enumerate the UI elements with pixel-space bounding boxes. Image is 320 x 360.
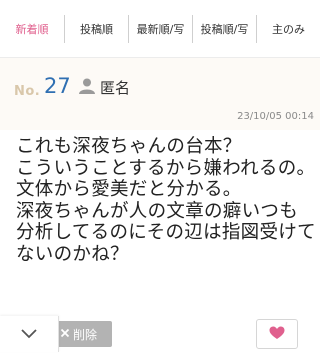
like-button[interactable] [256, 319, 298, 349]
tab-post-order[interactable]: 投稿順 [64, 14, 128, 43]
sort-tabs: 新着順 投稿順 最新順/写 投稿順/写 主のみ [0, 0, 320, 58]
chevron-down-icon [20, 325, 38, 344]
post-header: No. 27 匿名 23/10/05 00:14 [0, 58, 320, 130]
tab-latest-photo[interactable]: 最新順/写 [128, 14, 192, 43]
tab-newest[interactable]: 新着順 [0, 15, 64, 43]
post-timestamp: 23/10/05 00:14 [237, 111, 314, 122]
post-body: これも深夜ちゃんの台本？ こういうことするから嫌われるの。文体から愛美だと分かる… [16, 136, 316, 265]
close-icon [60, 327, 70, 341]
delete-label: 削除 [73, 327, 98, 342]
post-number: 27 [44, 74, 71, 98]
tab-post-order-photo[interactable]: 投稿順/写 [192, 14, 256, 43]
post-page: 新着順 投稿順 最新順/写 投稿順/写 主のみ No. 27 匿名 23/10/… [0, 0, 320, 360]
tab-owner-only[interactable]: 主のみ [256, 14, 320, 43]
heart-icon [269, 325, 285, 344]
post-number-label: No. [14, 84, 41, 99]
author-name: 匿名 [100, 79, 131, 97]
expand-button[interactable] [0, 316, 59, 352]
delete-button[interactable]: 削除 [50, 321, 112, 347]
user-icon [78, 77, 96, 95]
